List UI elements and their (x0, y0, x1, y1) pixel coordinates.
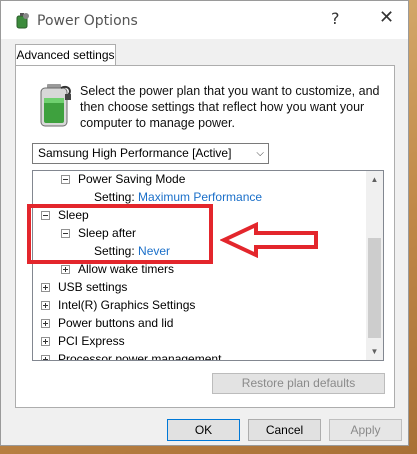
chevron-down-icon: ⌵ (256, 148, 264, 159)
tree-item-intel-graphics[interactable]: Intel(R) Graphics Settings (41, 296, 195, 314)
apply-button[interactable]: Apply (329, 419, 402, 441)
expand-icon[interactable] (41, 355, 50, 360)
power-options-icon (16, 13, 29, 29)
window-title: Power Options (37, 13, 138, 29)
expand-icon[interactable] (41, 337, 50, 346)
scroll-down-icon[interactable]: ▼ (366, 343, 383, 360)
power-plan-value: Samsung High Performance [Active] (38, 146, 232, 160)
tree-item-power-saving-mode[interactable]: Power Saving Mode (61, 171, 185, 188)
tree-item-pci-express[interactable]: PCI Express (41, 332, 125, 350)
collapse-icon[interactable] (61, 175, 70, 184)
expand-icon[interactable] (41, 283, 50, 292)
battery-power-icon (40, 84, 71, 127)
restore-plan-defaults-button[interactable]: Restore plan defaults (212, 373, 385, 394)
power-plan-dropdown[interactable]: Samsung High Performance [Active] ⌵ (32, 143, 269, 164)
scroll-thumb[interactable] (368, 238, 381, 338)
tree-item-processor-power[interactable]: Processor power management (41, 350, 221, 360)
tab-advanced-settings[interactable]: Advanced settings (15, 44, 116, 66)
expand-icon[interactable] (41, 301, 50, 310)
settings-tree[interactable]: Power Saving Mode Setting: Maximum Perfo… (32, 170, 384, 361)
tree-item-usb-settings[interactable]: USB settings (41, 278, 127, 296)
annotation-highlight-box (27, 204, 213, 264)
expand-icon[interactable] (61, 265, 70, 274)
close-button[interactable]: ✕ (379, 7, 394, 28)
expand-icon[interactable] (41, 319, 50, 328)
tree-item-power-buttons[interactable]: Power buttons and lid (41, 314, 173, 332)
title-bar: Power Options ? ✕ (1, 1, 408, 39)
tree-scrollbar[interactable]: ▲ ▼ (366, 171, 383, 360)
scroll-up-icon[interactable]: ▲ (366, 171, 383, 188)
power-saving-setting-value[interactable]: Maximum Performance (138, 190, 262, 204)
annotation-arrow-icon (220, 222, 318, 258)
ok-button[interactable]: OK (167, 419, 240, 441)
help-button[interactable]: ? (331, 9, 340, 28)
instructions-text: Select the power plan that you want to c… (80, 84, 380, 130)
cancel-button[interactable]: Cancel (248, 419, 321, 441)
